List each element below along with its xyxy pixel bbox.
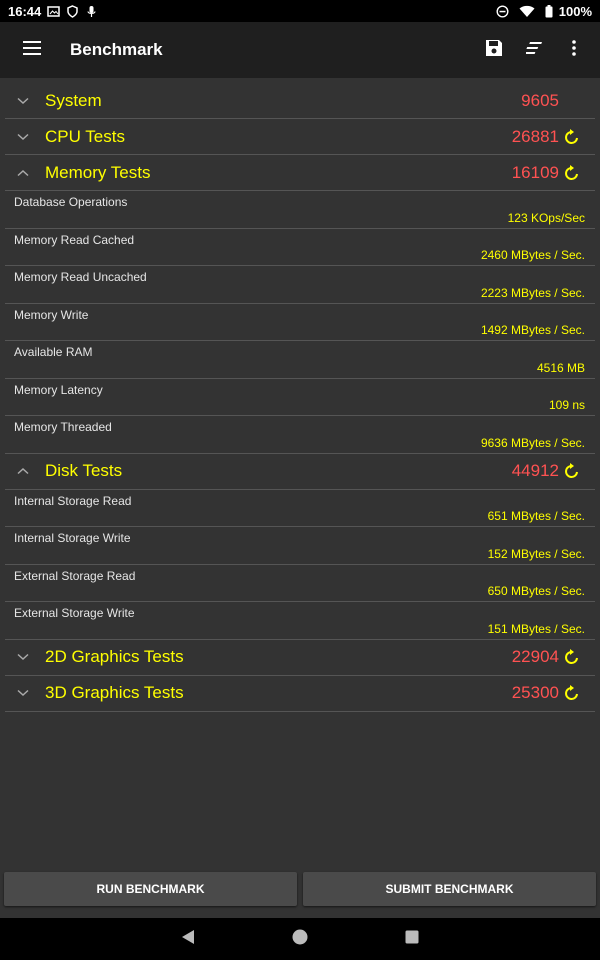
list-item: Memory Read Uncached 2223 MBytes / Sec. — [5, 266, 595, 304]
list-item: Internal Storage Read 651 MBytes / Sec. — [5, 490, 595, 527]
chevron-down-icon — [7, 133, 39, 141]
wifi-icon — [519, 5, 535, 18]
submit-benchmark-button[interactable]: SUBMIT BENCHMARK — [303, 872, 596, 906]
battery-level: 100% — [558, 3, 592, 19]
save-button[interactable] — [474, 22, 514, 78]
item-label: Available RAM — [14, 345, 93, 359]
back-icon — [181, 929, 195, 950]
item-value: 2460 MBytes / Sec. — [480, 248, 585, 262]
refresh-icon[interactable] — [563, 128, 581, 146]
status-time: 16:44 — [8, 3, 42, 19]
sort-button[interactable] — [514, 22, 554, 78]
chevron-up-icon — [7, 467, 39, 475]
item-label: Memory Latency — [14, 382, 103, 397]
list-item: Memory Threaded 9636 MBytes / Sec. — [5, 416, 595, 454]
item-label: Memory Write — [14, 307, 89, 322]
group-score: 25300 — [511, 683, 559, 702]
item-label: Memory Threaded — [14, 420, 112, 434]
item-label: Internal Storage Write — [14, 531, 131, 545]
group-score: 9605 — [521, 90, 559, 110]
recents-button[interactable] — [356, 930, 468, 949]
list-item: Memory Latency 109 ns — [5, 379, 595, 416]
item-value: 650 MBytes / Sec. — [487, 584, 585, 598]
refresh-icon[interactable] — [563, 462, 581, 480]
benchmark-list: System 9605 CPU Tests 26881 Memory Tests… — [0, 78, 600, 712]
group-system[interactable]: System 9605 — [5, 83, 595, 119]
group-3d-graphics-tests[interactable]: 3D Graphics Tests 25300 — [5, 676, 595, 712]
navigation-bar — [0, 918, 600, 960]
group-score: 26881 — [511, 126, 559, 146]
item-value: 123 KOps/Sec — [507, 210, 585, 225]
back-button[interactable] — [132, 929, 244, 950]
item-value: 2223 MBytes / Sec. — [480, 285, 585, 300]
item-value: 152 MBytes / Sec. — [487, 546, 585, 561]
shield-icon — [66, 4, 79, 18]
dnd-icon — [496, 4, 509, 18]
group-name: System — [45, 90, 102, 110]
list-item: Internal Storage Write 152 MBytes / Sec. — [5, 527, 595, 565]
home-button[interactable] — [244, 929, 356, 950]
list-item: External Storage Read 650 MBytes / Sec. — [5, 565, 595, 602]
item-label: External Storage Write — [14, 606, 135, 620]
item-value: 4516 MB — [536, 360, 585, 375]
menu-icon — [23, 40, 41, 60]
item-value: 151 MBytes / Sec. — [487, 621, 585, 636]
refresh-icon[interactable] — [563, 164, 581, 182]
chevron-down-icon — [7, 97, 39, 105]
chevron-down-icon — [7, 689, 39, 697]
group-cpu-tests[interactable]: CPU Tests 26881 — [5, 119, 595, 155]
item-label: Memory Read Uncached — [14, 270, 147, 284]
list-item: Memory Read Cached 2460 MBytes / Sec. — [5, 229, 595, 266]
home-icon — [292, 929, 308, 950]
page-title: Benchmark — [70, 40, 163, 59]
mic-icon — [85, 5, 98, 18]
item-value: 1492 MBytes / Sec. — [480, 323, 585, 337]
refresh-icon[interactable] — [563, 648, 581, 666]
group-score: 22904 — [511, 647, 559, 666]
battery-icon — [545, 4, 553, 18]
sort-icon — [523, 41, 542, 59]
group-score: 16109 — [511, 162, 559, 182]
app-bar: Benchmark — [0, 22, 600, 78]
group-2d-graphics-tests[interactable]: 2D Graphics Tests 22904 — [5, 640, 595, 676]
list-item: Database Operations 123 KOps/Sec — [5, 191, 595, 229]
chevron-up-icon — [7, 169, 39, 177]
group-disk-tests[interactable]: Disk Tests 44912 — [5, 454, 595, 490]
group-name: Memory Tests — [45, 162, 151, 182]
group-score: 44912 — [511, 461, 559, 480]
status-bar: 16:44 100% — [0, 0, 600, 22]
save-icon — [485, 39, 503, 62]
item-label: Memory Read Cached — [14, 232, 135, 247]
item-value: 109 ns — [548, 398, 585, 412]
group-memory-tests[interactable]: Memory Tests 16109 — [5, 155, 595, 191]
run-benchmark-button[interactable]: RUN BENCHMARK — [4, 872, 297, 906]
more-options-button[interactable] — [554, 22, 594, 78]
item-label: Database Operations — [14, 195, 128, 209]
menu-button[interactable] — [0, 22, 64, 78]
group-name: CPU Tests — [45, 126, 125, 146]
group-name: Disk Tests — [45, 461, 123, 480]
refresh-icon[interactable] — [563, 684, 581, 702]
item-label: Internal Storage Read — [14, 493, 132, 508]
action-buttons: RUN BENCHMARK SUBMIT BENCHMARK — [0, 872, 600, 906]
item-value: 9636 MBytes / Sec. — [480, 435, 585, 450]
group-name: 3D Graphics Tests — [45, 683, 184, 702]
gallery-icon — [47, 5, 60, 18]
item-label: External Storage Read — [14, 568, 136, 583]
group-name: 2D Graphics Tests — [45, 647, 184, 666]
chevron-down-icon — [7, 653, 39, 661]
recents-icon — [405, 930, 419, 949]
list-item: Available RAM 4516 MB — [5, 341, 595, 379]
list-item: Memory Write 1492 MBytes / Sec. — [5, 304, 595, 341]
more-vert-icon — [572, 39, 576, 61]
item-value: 651 MBytes / Sec. — [487, 509, 585, 523]
list-item: External Storage Write 151 MBytes / Sec. — [5, 602, 595, 640]
